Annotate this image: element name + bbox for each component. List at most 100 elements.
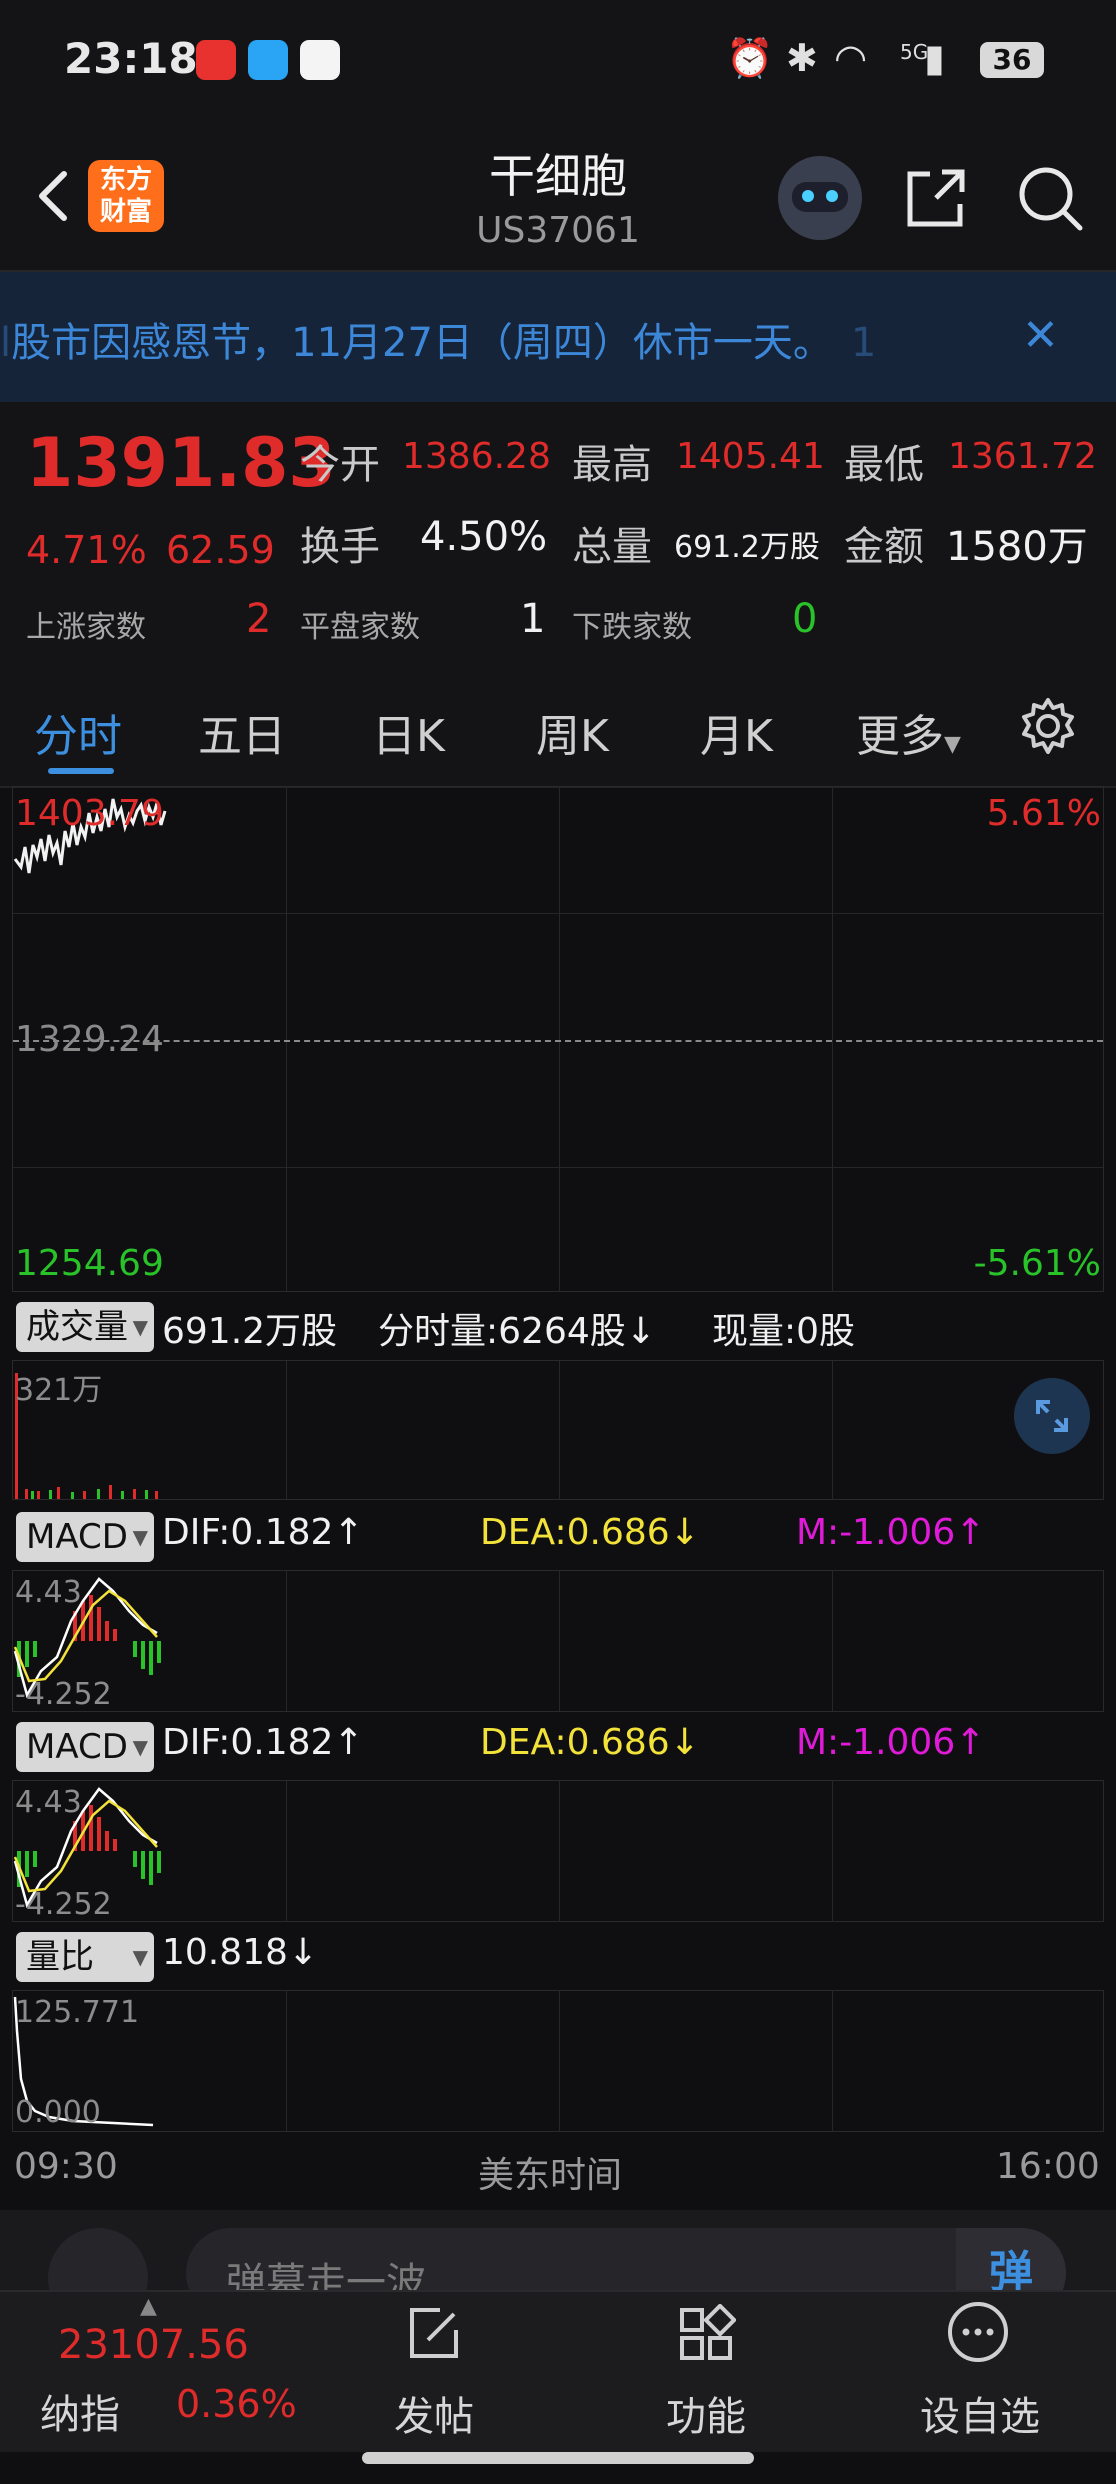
volume-ratio-chart[interactable]: 125.771 0.000: [12, 1990, 1104, 2132]
tab-intraday[interactable]: 分时: [34, 700, 122, 764]
tab-monthly-k[interactable]: 月K: [700, 700, 773, 764]
tab-weekly-k[interactable]: 周K: [536, 700, 609, 764]
price-axis-prev-close: 1329.24: [15, 1019, 164, 1060]
minute-volume: 分时量:6264股↓: [378, 1311, 656, 1352]
macd2-m: M:-1.006↑: [796, 1722, 986, 1763]
status-bar: 23:18 ⏰ ✱ ◠ 5G ▮ 36: [0, 0, 1116, 130]
tab-active-indicator: [48, 768, 114, 774]
close-icon[interactable]: ✕: [1022, 310, 1059, 361]
post-button[interactable]: 发帖: [394, 2384, 474, 2442]
macd-chart-2[interactable]: 4.43 -4.252: [12, 1780, 1104, 1922]
turnover-label: 换手: [300, 524, 380, 570]
macd1-m: M:-1.006↑: [796, 1512, 986, 1553]
telegram-icon: [248, 40, 288, 80]
index-value[interactable]: 23107.56: [58, 2322, 249, 2368]
app-notification-icon: [196, 40, 236, 80]
macd2-axis-bottom: -4.252: [15, 1887, 112, 1922]
flat-count-label: 平盘家数: [300, 610, 420, 645]
volume-bars: [15, 1373, 158, 1499]
volume-total: 691.2万股: [162, 1311, 338, 1352]
turnover-value: 4.50%: [420, 514, 548, 560]
last-price: 1391.83: [26, 424, 336, 503]
time-axis-end: 16:00: [996, 2146, 1100, 2187]
macd1-dif: DIF:0.182↑: [162, 1512, 364, 1553]
function-button[interactable]: 功能: [666, 2384, 746, 2442]
open-label: 今开: [300, 442, 380, 488]
notice-partial-left: l: [0, 320, 12, 366]
index-name[interactable]: 纳指: [40, 2382, 120, 2440]
macd1-axis-bottom: -4.252: [15, 1677, 112, 1712]
bluetooth-icon: ✱: [786, 36, 818, 80]
pct-axis-top: 5.61%: [986, 793, 1101, 834]
volume-label: 总量: [572, 524, 652, 570]
volume-value: 691.2万股: [674, 530, 820, 565]
change-percent: 4.71%: [26, 528, 147, 572]
volume-selector-label: 成交量: [26, 1307, 128, 1347]
signal-icon: ▮: [924, 36, 945, 80]
add-watchlist-button[interactable]: 设自选: [920, 2384, 1040, 2442]
macd2-axis-top: 4.43: [15, 1785, 82, 1820]
time-axis-start: 09:30: [14, 2146, 118, 2187]
macd1-dea: DEA:0.686↓: [480, 1512, 700, 1553]
volume-chart[interactable]: 321万: [12, 1360, 1104, 1500]
caret-down-icon: ▼: [944, 732, 961, 757]
caret-up-icon: ▲: [140, 2294, 157, 2319]
volume-indicator-select[interactable]: 成交量 ▼: [16, 1302, 154, 1352]
volume-ratio-axis-top: 125.771: [15, 1995, 140, 2030]
price-axis-bottom: 1254.69: [15, 1243, 164, 1284]
macd-indicator-select-2[interactable]: MACD ▼: [16, 1722, 154, 1772]
volume-axis-max: 321万: [15, 1373, 103, 1408]
macd1-selector-label: MACD: [26, 1517, 128, 1557]
tab-five-day[interactable]: 五日: [198, 700, 286, 764]
status-time: 23:18: [64, 34, 198, 83]
caret-down-icon: ▼: [132, 1315, 148, 1339]
volume-ratio-line: [13, 1996, 154, 2127]
pct-axis-bottom: -5.61%: [973, 1243, 1101, 1284]
time-axis-label: 美东时间: [478, 2155, 623, 2196]
caret-down-icon: ▼: [132, 1945, 148, 1969]
flat-count-value: 1: [520, 596, 546, 642]
tab-more[interactable]: 更多▼: [856, 700, 961, 764]
up-count-label: 上涨家数: [26, 610, 146, 645]
price-line: [13, 798, 167, 874]
home-indicator: [362, 2452, 754, 2464]
low-value: 1361.72: [948, 436, 1097, 477]
down-count-value: 0: [792, 596, 818, 642]
share-icon[interactable]: [900, 164, 970, 234]
edit-icon[interactable]: [404, 2304, 464, 2364]
volume-ratio-axis-bottom: 0.000: [15, 2095, 101, 2130]
macd2-selector-label: MACD: [26, 1727, 128, 1767]
macd-chart-1[interactable]: 4.43 -4.252: [12, 1570, 1104, 1712]
wifi-icon: ◠: [834, 36, 868, 80]
open-value: 1386.28: [402, 436, 551, 477]
tab-more-label: 更多: [856, 711, 944, 762]
search-icon[interactable]: [1014, 162, 1086, 234]
high-value: 1405.41: [676, 436, 825, 477]
ai-assistant-icon[interactable]: [778, 156, 862, 240]
notice-partial-right: 1: [850, 320, 877, 366]
grid-icon[interactable]: [676, 2304, 736, 2364]
caret-down-icon: ▼: [132, 1525, 148, 1549]
current-volume: 现量:0股: [712, 1311, 856, 1352]
change-amount: 62.59: [166, 528, 275, 572]
macd1-axis-top: 4.43: [15, 1575, 82, 1610]
amount-label: 金额: [844, 524, 924, 570]
macd2-lines: [13, 1787, 161, 1909]
volume-ratio-select[interactable]: 量比 ▼: [16, 1932, 154, 1982]
caret-down-icon: ▼: [132, 1735, 148, 1759]
battery-indicator: 36: [980, 42, 1044, 78]
settings-icon[interactable]: [1018, 696, 1078, 756]
expand-icon[interactable]: [1014, 1378, 1090, 1454]
index-change-percent: 0.36%: [176, 2382, 297, 2426]
macd2-dif: DIF:0.182↑: [162, 1722, 364, 1763]
up-count-value: 2: [246, 596, 272, 642]
tab-daily-k[interactable]: 日K: [372, 700, 445, 764]
chat-icon[interactable]: [946, 2300, 1010, 2364]
volume-ratio-selector-label: 量比: [26, 1937, 94, 1977]
chart-app-icon: [300, 40, 340, 80]
down-count-label: 下跌家数: [572, 610, 692, 645]
macd2-dea: DEA:0.686↓: [480, 1722, 700, 1763]
macd-indicator-select-1[interactable]: MACD ▼: [16, 1512, 154, 1562]
low-label: 最低: [844, 442, 924, 488]
intraday-price-chart[interactable]: 1403.79 1329.24 1254.69 5.61% -5.61%: [12, 786, 1104, 1292]
